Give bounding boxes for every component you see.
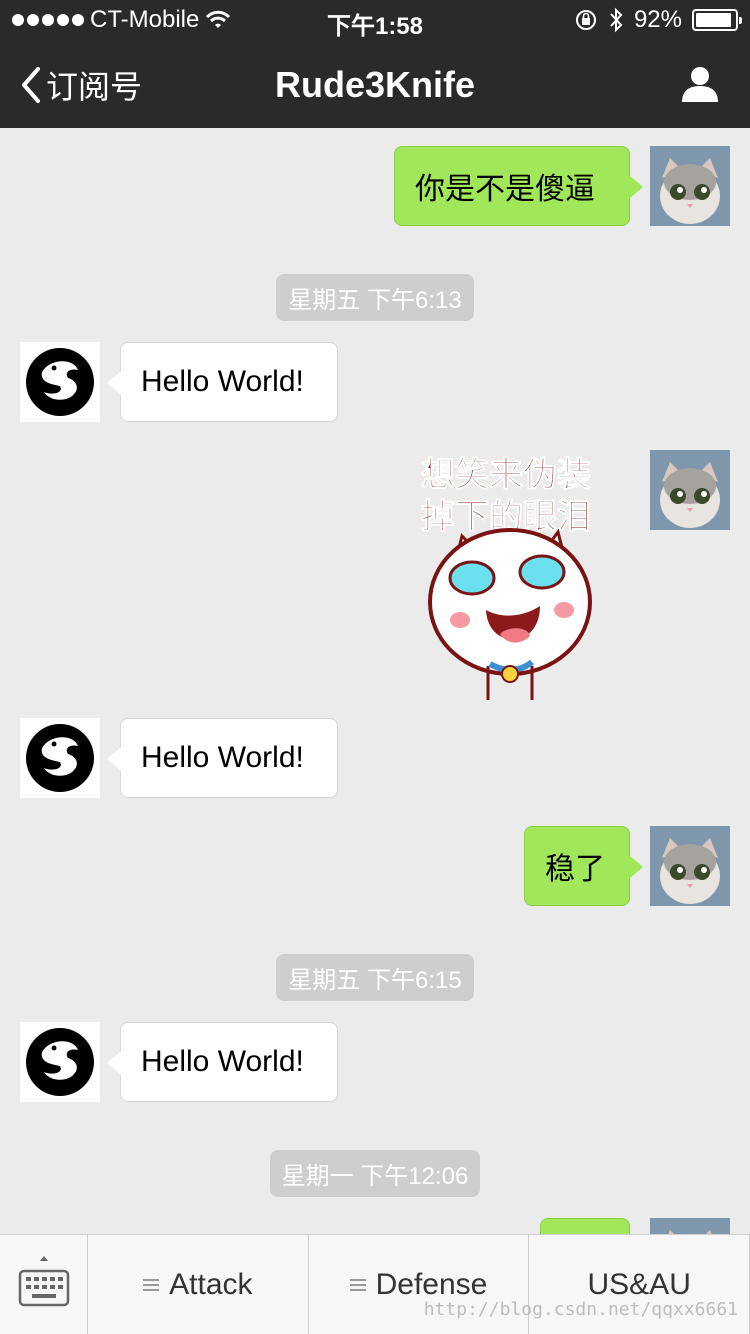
hamburger-icon <box>143 1279 160 1291</box>
outgoing-bubble[interactable]: 稳了 <box>524 826 643 906</box>
battery-icon <box>692 9 742 31</box>
timestamp-label: 星期五 下午6:13 <box>276 274 474 321</box>
cat-avatar[interactable] <box>650 450 730 530</box>
keyboard-toggle-button[interactable] <box>0 1235 88 1334</box>
crying-cat-sticker[interactable]: 想笑来伪装 掉下的眼泪 <box>404 450 614 700</box>
cat-avatar[interactable] <box>650 826 730 906</box>
chat-title: Rude3Knife <box>274 64 476 105</box>
dragon-logo-avatar[interactable] <box>20 718 100 798</box>
keyboard-icon <box>18 1256 70 1307</box>
person-icon[interactable] <box>680 64 720 104</box>
message-text: Hello World! <box>141 1045 304 1078</box>
menu-attack[interactable]: Attack <box>88 1235 309 1334</box>
message-text: 稳了 <box>545 853 605 886</box>
menu-label: Attack <box>169 1268 253 1301</box>
message-row: 稳了 <box>0 826 750 906</box>
cat-avatar[interactable] <box>650 1218 730 1234</box>
incoming-bubble[interactable]: Hello World! <box>107 1022 338 1102</box>
message-row: Hello World! <box>0 1022 750 1102</box>
message-row: 想笑来伪装 掉下的眼泪 <box>0 450 750 700</box>
bluetooth-icon <box>610 7 623 33</box>
hamburger-icon <box>349 1279 366 1291</box>
message-row: 你是不是傻逼 <box>0 146 750 226</box>
menu-label: US&AU <box>587 1268 691 1301</box>
timestamp: 星期五 下午6:15 <box>0 954 750 1001</box>
cat-avatar[interactable] <box>650 146 730 226</box>
message-row: Hello World! <box>0 718 750 798</box>
incoming-bubble[interactable]: Hello World! <box>107 718 338 798</box>
watermark: http://blog.csdn.net/qqxx6661 <box>423 1299 738 1320</box>
message-row-partial <box>0 1218 750 1234</box>
timestamp-label: 星期一 下午12:06 <box>269 1150 481 1197</box>
menu-label: Defense <box>375 1268 488 1301</box>
status-bar: CT-Mobile 下午1:58 92% <box>0 0 750 40</box>
rotation-lock-icon <box>575 10 596 30</box>
incoming-bubble[interactable]: Hello World! <box>107 342 338 422</box>
timestamp-label: 星期五 下午6:15 <box>276 954 474 1001</box>
outgoing-bubble[interactable]: 你是不是傻逼 <box>394 146 643 226</box>
battery-percent: 92% <box>633 6 682 33</box>
sticker-caption-line1: 想笑来伪装 <box>421 455 591 495</box>
cat-face <box>428 528 592 700</box>
chat-area[interactable]: 你是不是傻逼 星期五 下午6:13 Hello World! 想笑来伪装 掉下的… <box>0 128 750 1234</box>
timestamp: 星期五 下午6:13 <box>0 274 750 321</box>
message-row: Hello World! <box>0 342 750 422</box>
outgoing-bubble[interactable] <box>540 1218 630 1234</box>
message-text: Hello World! <box>141 741 304 774</box>
status-right: 92% <box>574 6 742 34</box>
bottom-menu-bar: Attack Defense US&AU http://blog.csdn.ne… <box>0 1234 750 1334</box>
dragon-logo-avatar[interactable] <box>20 342 100 422</box>
nav-bar: 订阅号 Rude3Knife <box>0 40 750 128</box>
timestamp: 星期一 下午12:06 <box>0 1150 750 1197</box>
message-text: 你是不是傻逼 <box>415 173 595 206</box>
message-text: Hello World! <box>141 365 304 398</box>
dragon-logo-avatar[interactable] <box>20 1022 100 1102</box>
